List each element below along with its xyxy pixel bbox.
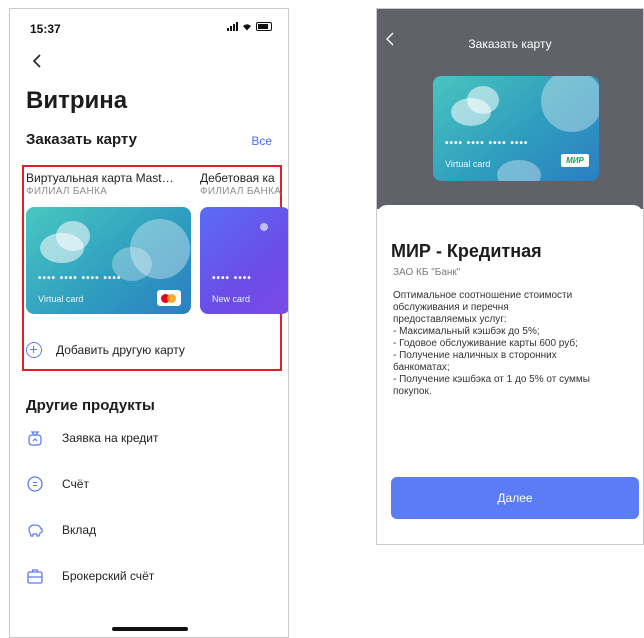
showcase-screen: 15:37 Витрина Заказать карту Все Виртуал… [9,8,289,638]
description-line: - Получение наличных в сторонних [393,350,557,361]
status-icons [227,22,272,31]
product-item-brokerage[interactable]: Брокерский счёт [26,567,154,585]
screen-title: Заказать карту [468,37,552,51]
card-number-dots: •••• •••• [212,273,252,284]
piggy-bank-icon [28,524,43,537]
loan-request-icon [28,431,42,446]
status-time: 15:37 [30,22,61,36]
product-description: Оптимальное соотношение стоимости обслуж… [393,290,633,398]
briefcase-icon [27,569,43,584]
battery-icon [256,22,272,31]
add-card-label: Добавить другую карту [56,343,185,357]
see-all-link[interactable]: Все [251,134,272,148]
cloud-decoration [467,86,499,114]
other-products-title: Другие продукты [26,397,155,414]
product-item-deposit[interactable]: Вклад [26,521,96,539]
card-branch-virtual: ФИЛИАЛ БАНКА [26,186,108,197]
product-label: Заявка на кредит [62,431,159,445]
product-label: Вклад [62,523,97,537]
description-line: - Получение кэшбэка от 1 до 5% от суммы [393,374,590,385]
card-name-virtual: Виртуальная карта Mast… [26,171,174,185]
bank-name: ЗАО КБ "Банк" [393,267,461,278]
product-label: Брокерский счёт [62,569,155,583]
product-label: Счёт [62,477,89,491]
mir-logo-icon: МИР [561,154,589,167]
card-type-label: Virtual card [38,294,84,304]
cloud-decoration [541,76,599,132]
cloud-decoration [497,160,541,181]
account-icon [27,476,43,492]
order-card-screen: Заказать карту •••• •••• •••• •••• Virtu… [376,8,644,545]
product-item-account[interactable]: Счёт [26,475,89,493]
virtual-card-tile[interactable]: •••• •••• •••• •••• Virtual card [26,207,191,314]
add-another-card-button[interactable]: Добавить другую карту [26,342,185,358]
card-number-dots: •••• •••• •••• •••• [445,138,529,149]
product-title: МИР - Кредитная [391,241,542,261]
description-line: - Годовое обслуживание карты 600 руб; [393,338,578,349]
mir-card-preview: •••• •••• •••• •••• Virtual card МИР [433,76,599,181]
back-chevron-icon[interactable] [28,51,48,71]
wifi-icon [243,24,251,31]
description-line: покупок. [393,386,432,397]
next-button[interactable]: Далее [391,477,639,519]
home-indicator[interactable] [112,627,188,631]
card-type-label: Virtual card [445,159,491,169]
cellular-signal-icon [227,22,238,31]
description-line: банкоматах; [393,362,450,373]
add-circle-icon [26,342,42,358]
description-line: Оптимальное соотношение стоимости [393,290,573,301]
mastercard-logo-icon [157,290,181,306]
description-line: предоставляемых услуг: [393,314,507,325]
product-item-loan[interactable]: Заявка на кредит [26,429,159,447]
order-card-section-title: Заказать карту [26,131,137,148]
description-line: - Максимальный кэшбэк до 5%; [393,326,540,337]
description-line: обслуживания и перечня [393,302,509,313]
card-name-debit: Дебетовая ка [200,171,275,185]
page-title: Витрина [26,87,128,114]
decor-dot [260,223,268,231]
card-type-label: New card [212,294,251,304]
cloud-decoration [56,221,90,251]
card-number-dots: •••• •••• •••• •••• [38,273,122,284]
debit-card-tile[interactable]: •••• •••• New card [200,207,288,314]
card-branch-debit: ФИЛИАЛ БАНКА [200,186,282,197]
